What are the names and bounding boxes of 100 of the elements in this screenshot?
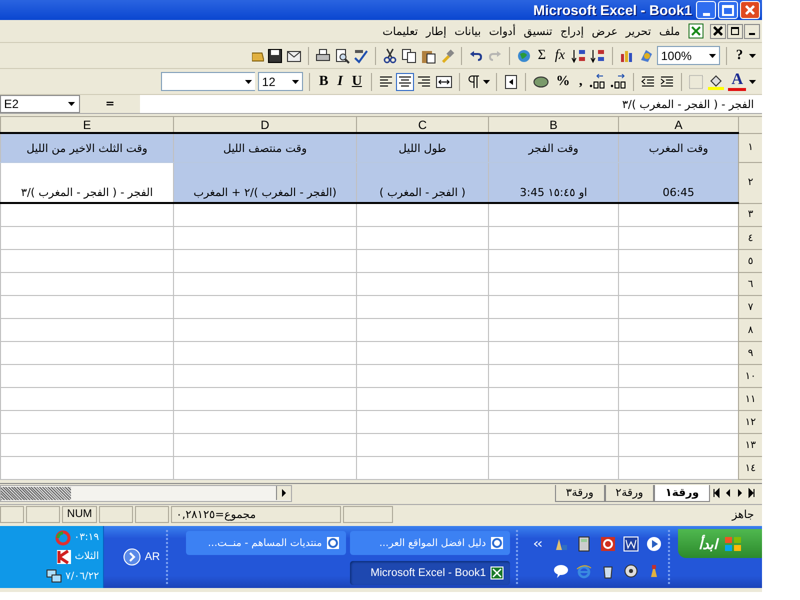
row-header[interactable]: ١٤: [738, 456, 762, 480]
row-header[interactable]: ٤: [738, 226, 762, 250]
row-header[interactable]: ١٣: [738, 434, 762, 456]
menu-item[interactable]: تحرير: [626, 24, 652, 38]
merge-center-icon[interactable]: [434, 74, 453, 90]
antivirus-icon[interactable]: [56, 548, 72, 565]
caret-icon[interactable]: [709, 54, 716, 58]
percent-button[interactable]: %: [552, 72, 573, 92]
status-panel: [99, 506, 134, 523]
column-header[interactable]: A: [618, 116, 738, 133]
sum-button[interactable]: Σ: [534, 46, 549, 66]
row-header[interactable]: ٧: [738, 296, 762, 318]
horizontal-scrollbar[interactable]: [0, 484, 292, 502]
zoom-dropdown[interactable]: 100%: [657, 46, 720, 65]
spelling-icon[interactable]: [352, 48, 369, 64]
last-sheet-icon[interactable]: [747, 486, 757, 500]
menu-item[interactable]: أدوات: [488, 24, 516, 38]
formula-field[interactable]: الفجر - ( الفجر - المغرب )/٣: [140, 98, 762, 110]
scissors-icon[interactable]: [382, 48, 398, 64]
bold-button[interactable]: B: [316, 72, 332, 92]
table-cell: (الفجر - المغرب )/٢ + المغرب: [174, 162, 356, 203]
calculator-icon[interactable]: [576, 536, 592, 552]
font-size-dropdown[interactable]: 12: [258, 72, 304, 91]
network-icon[interactable]: [46, 568, 62, 584]
row-header[interactable]: ٢: [738, 162, 762, 203]
row-header[interactable]: ٥: [738, 250, 762, 272]
browser-icon[interactable]: [576, 562, 592, 578]
text-direction-icon[interactable]: [502, 74, 519, 90]
minimize-button[interactable]: [744, 24, 760, 38]
caret-icon[interactable]: [245, 80, 252, 84]
globe-icon[interactable]: [516, 48, 532, 64]
menu-item[interactable]: تنسيق: [524, 24, 552, 38]
sort-descending-icon[interactable]: [590, 48, 606, 64]
decimal-icon[interactable]: [588, 74, 606, 90]
menu-item[interactable]: ملف: [659, 24, 680, 38]
italic-button[interactable]: I: [334, 72, 346, 92]
column-header[interactable]: E: [0, 116, 174, 133]
close-button[interactable]: [710, 24, 726, 38]
menu-item[interactable]: تعليمات: [382, 24, 418, 38]
row-header[interactable]: ١: [738, 133, 762, 162]
column-header[interactable]: B: [488, 116, 618, 133]
menu-item[interactable]: إدراج: [560, 24, 584, 38]
gear-icon[interactable]: [623, 562, 640, 578]
column-header[interactable]: C: [356, 116, 488, 133]
map-icon[interactable]: [638, 48, 654, 64]
comma-button[interactable]: ,: [576, 72, 586, 92]
equals-button[interactable]: =: [80, 95, 140, 113]
taskbar-button[interactable]: Microsoft Excel - Book1: [350, 561, 510, 585]
language-indicator[interactable]: AR: [144, 551, 160, 563]
document-icon[interactable]: [623, 536, 640, 552]
caret-icon[interactable]: [749, 80, 756, 84]
chevron-icon[interactable]: [122, 548, 141, 566]
chevron-icon[interactable]: [534, 540, 542, 546]
align-icon[interactable]: [378, 74, 394, 90]
next-sheet-icon[interactable]: [735, 486, 745, 500]
help-button[interactable]: ?: [733, 46, 746, 66]
media-player-icon[interactable]: [646, 536, 662, 552]
align-icon[interactable]: [416, 74, 432, 90]
save-icon[interactable]: [266, 48, 283, 64]
row-header[interactable]: ١٠: [738, 364, 762, 388]
underline-button[interactable]: U: [348, 72, 365, 92]
first-sheet-icon[interactable]: [711, 486, 721, 500]
paragraph-icon[interactable]: [466, 74, 480, 90]
sheet-tab[interactable]: ورقة١: [654, 484, 710, 502]
taskbar-button[interactable]: منتديات المساهم - منــت...: [186, 531, 346, 555]
caret-icon[interactable]: [482, 80, 490, 84]
decrease-indent-icon[interactable]: [640, 74, 656, 90]
taskbar-button[interactable]: دليل افضل المواقع العر...: [350, 531, 510, 555]
column-header[interactable]: D: [174, 116, 356, 133]
chat-icon[interactable]: [553, 562, 570, 578]
menu-item[interactable]: بيانات: [454, 24, 481, 38]
decimal-icon[interactable]: [609, 74, 628, 90]
align-icon[interactable]: [396, 74, 413, 90]
printer-icon[interactable]: [314, 48, 331, 64]
function-button[interactable]: fx: [552, 46, 568, 66]
print-preview-icon[interactable]: [334, 48, 350, 64]
scroll-right-icon[interactable]: [276, 486, 291, 500]
fill-color-icon[interactable]: [707, 74, 726, 90]
sheet-tab[interactable]: ورقة٣: [554, 484, 605, 502]
sheet-tab[interactable]: ورقة٢: [604, 484, 654, 502]
row-header[interactable]: ٩: [738, 342, 762, 364]
sort-ascending-icon[interactable]: [571, 48, 587, 64]
money-icon[interactable]: [532, 74, 550, 90]
row-header[interactable]: ٣: [738, 203, 762, 226]
caret-icon[interactable]: [292, 80, 300, 84]
row-header[interactable]: ٨: [738, 318, 762, 342]
restore-button[interactable]: [727, 24, 743, 38]
menu-item[interactable]: عرض: [592, 24, 618, 38]
menu-item[interactable]: إطار: [426, 24, 446, 38]
power-icon[interactable]: [600, 536, 616, 552]
row-header[interactable]: ١١: [738, 388, 762, 410]
copy-icon[interactable]: [400, 48, 417, 64]
caret-icon[interactable]: [68, 102, 75, 106]
row-header[interactable]: ٦: [738, 272, 762, 296]
spreadsheet-icon[interactable]: [688, 23, 704, 39]
row-header[interactable]: ١٢: [738, 410, 762, 434]
name-box[interactable]: E2: [0, 95, 80, 113]
increase-indent-icon[interactable]: [659, 74, 676, 90]
caret-icon[interactable]: [749, 54, 756, 58]
font-color-button[interactable]: A: [728, 72, 746, 90]
